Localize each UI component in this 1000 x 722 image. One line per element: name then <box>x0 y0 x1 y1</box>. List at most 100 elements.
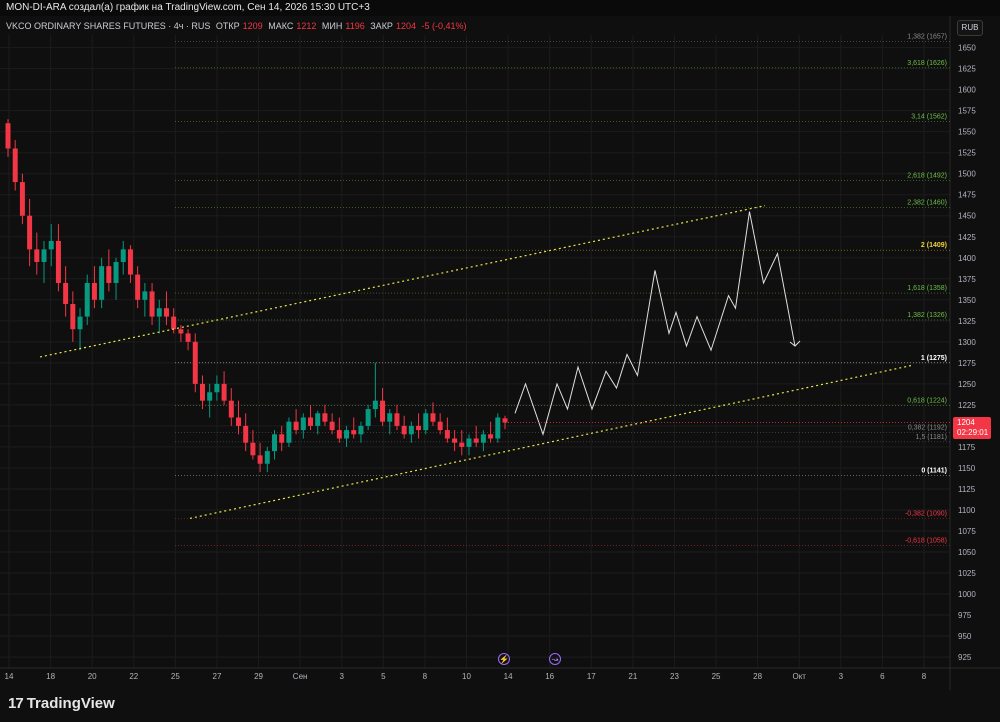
x-tick-label: Сен <box>293 672 308 681</box>
fib-level-label: 1,618 (1358) <box>907 285 947 292</box>
candle-body <box>27 215 33 250</box>
candle-body <box>408 425 414 435</box>
dividend-event-icon[interactable]: ⚡ <box>498 653 510 665</box>
currency-button[interactable]: RUB <box>957 20 983 36</box>
candle-body <box>106 266 112 283</box>
footer <box>0 690 1000 722</box>
x-tick-label: 3 <box>839 672 844 681</box>
candle-body <box>12 148 18 183</box>
candle-body <box>394 413 400 426</box>
y-tick-label: 950 <box>958 632 972 641</box>
y-tick-label: 1650 <box>958 44 976 53</box>
x-tick-label: 23 <box>670 672 679 681</box>
y-tick-label: 1425 <box>958 233 976 242</box>
candle-body <box>142 291 148 300</box>
candle-body <box>5 123 11 149</box>
candle-body <box>322 413 328 422</box>
candle-body <box>358 425 364 435</box>
x-tick-label: 6 <box>880 672 885 681</box>
candle-body <box>120 249 126 262</box>
candle-body <box>135 274 141 300</box>
candle-body <box>437 421 443 431</box>
candle-body <box>63 282 69 305</box>
candle-body <box>329 421 335 431</box>
candle-body <box>293 421 299 431</box>
candle-body <box>19 182 25 216</box>
candle-body <box>207 392 213 401</box>
candle-body <box>430 413 436 422</box>
legend-open-label: ОТКР <box>215 21 240 31</box>
candle-body <box>99 266 105 300</box>
legend-change: -5 (-0,41%) <box>421 21 467 31</box>
candle-body <box>228 400 234 418</box>
candle-body <box>221 383 227 401</box>
candle-body <box>488 434 494 439</box>
candle-body <box>41 249 47 262</box>
bar-countdown: 02:29:01 <box>957 428 989 437</box>
candle-body <box>416 425 422 431</box>
x-tick-label: 8 <box>922 672 927 681</box>
candle-body <box>336 430 342 439</box>
x-tick-label: 28 <box>753 672 762 681</box>
y-tick-label: 1500 <box>958 170 976 179</box>
candle-body <box>84 282 90 317</box>
candle-body <box>178 329 184 334</box>
fib-level-label: 2 (1409) <box>921 242 947 249</box>
candle-body <box>214 383 220 393</box>
candle-body <box>257 455 263 464</box>
candle-body <box>279 434 285 443</box>
y-tick-label: 1375 <box>958 275 976 284</box>
fib-level-label: 1,5 (1181) <box>916 434 947 441</box>
projection-path <box>514 211 796 436</box>
y-tick-label: 1625 <box>958 65 976 74</box>
y-tick-label: 1550 <box>958 128 976 137</box>
candle-body <box>502 418 508 423</box>
legend-close-label: ЗАКР <box>370 21 393 31</box>
price-chart[interactable]: 9259509751000102510501075110011251150117… <box>0 0 1000 690</box>
candle-body <box>466 438 472 447</box>
fib-level-label: 0,382 (1192) <box>908 425 947 432</box>
fib-level-label: 1 (1275) <box>921 355 947 362</box>
candle-body <box>365 409 371 426</box>
split-event-icon[interactable]: ↝ <box>549 653 561 665</box>
candle-body <box>70 304 76 330</box>
candle-body <box>171 316 177 330</box>
fib-level-label: 2,618 (1492) <box>907 172 947 179</box>
legend-high: 1212 <box>296 21 317 31</box>
candle-body <box>286 421 292 443</box>
candle-body <box>387 413 393 422</box>
fib-level-label: 0,618 (1224) <box>907 398 947 405</box>
x-tick-label: 22 <box>129 672 138 681</box>
legend-high-label: МАКС <box>268 21 294 31</box>
y-tick-label: 1325 <box>958 317 976 326</box>
x-tick-label: 8 <box>423 672 428 681</box>
fib-level-label: -0,382 (1090) <box>905 510 947 517</box>
y-tick-label: 1175 <box>958 443 976 452</box>
fib-level-label: 1,382 (1657) <box>907 34 947 41</box>
y-tick-label: 1050 <box>958 548 976 557</box>
legend-open: 1209 <box>242 21 263 31</box>
y-tick-label: 1075 <box>958 527 976 536</box>
candle-body <box>156 308 162 317</box>
candle-body <box>380 400 386 422</box>
x-tick-label: 18 <box>46 672 55 681</box>
y-tick-label: 1600 <box>958 86 976 95</box>
legend-close: 1204 <box>395 21 416 31</box>
fib-level-label: 1,382 (1326) <box>907 312 947 319</box>
candle-body <box>351 430 357 435</box>
candle-body <box>34 249 40 262</box>
y-tick-label: 1100 <box>958 506 976 515</box>
y-tick-label: 1350 <box>958 296 976 305</box>
x-tick-label: 25 <box>712 672 721 681</box>
candle-body <box>77 316 83 330</box>
y-tick-label: 1000 <box>958 590 976 599</box>
candle-body <box>372 400 378 410</box>
candle-body <box>495 417 501 439</box>
tradingview-mark-icon: 17 <box>8 695 24 712</box>
candle-body <box>401 425 407 435</box>
candle-body <box>243 425 249 443</box>
tradingview-logo[interactable]: 17 TradingView <box>8 695 115 712</box>
y-tick-label: 1300 <box>958 338 976 347</box>
current-price-tag: 1204 02:29:01 <box>953 417 991 439</box>
candle-body <box>480 434 486 443</box>
